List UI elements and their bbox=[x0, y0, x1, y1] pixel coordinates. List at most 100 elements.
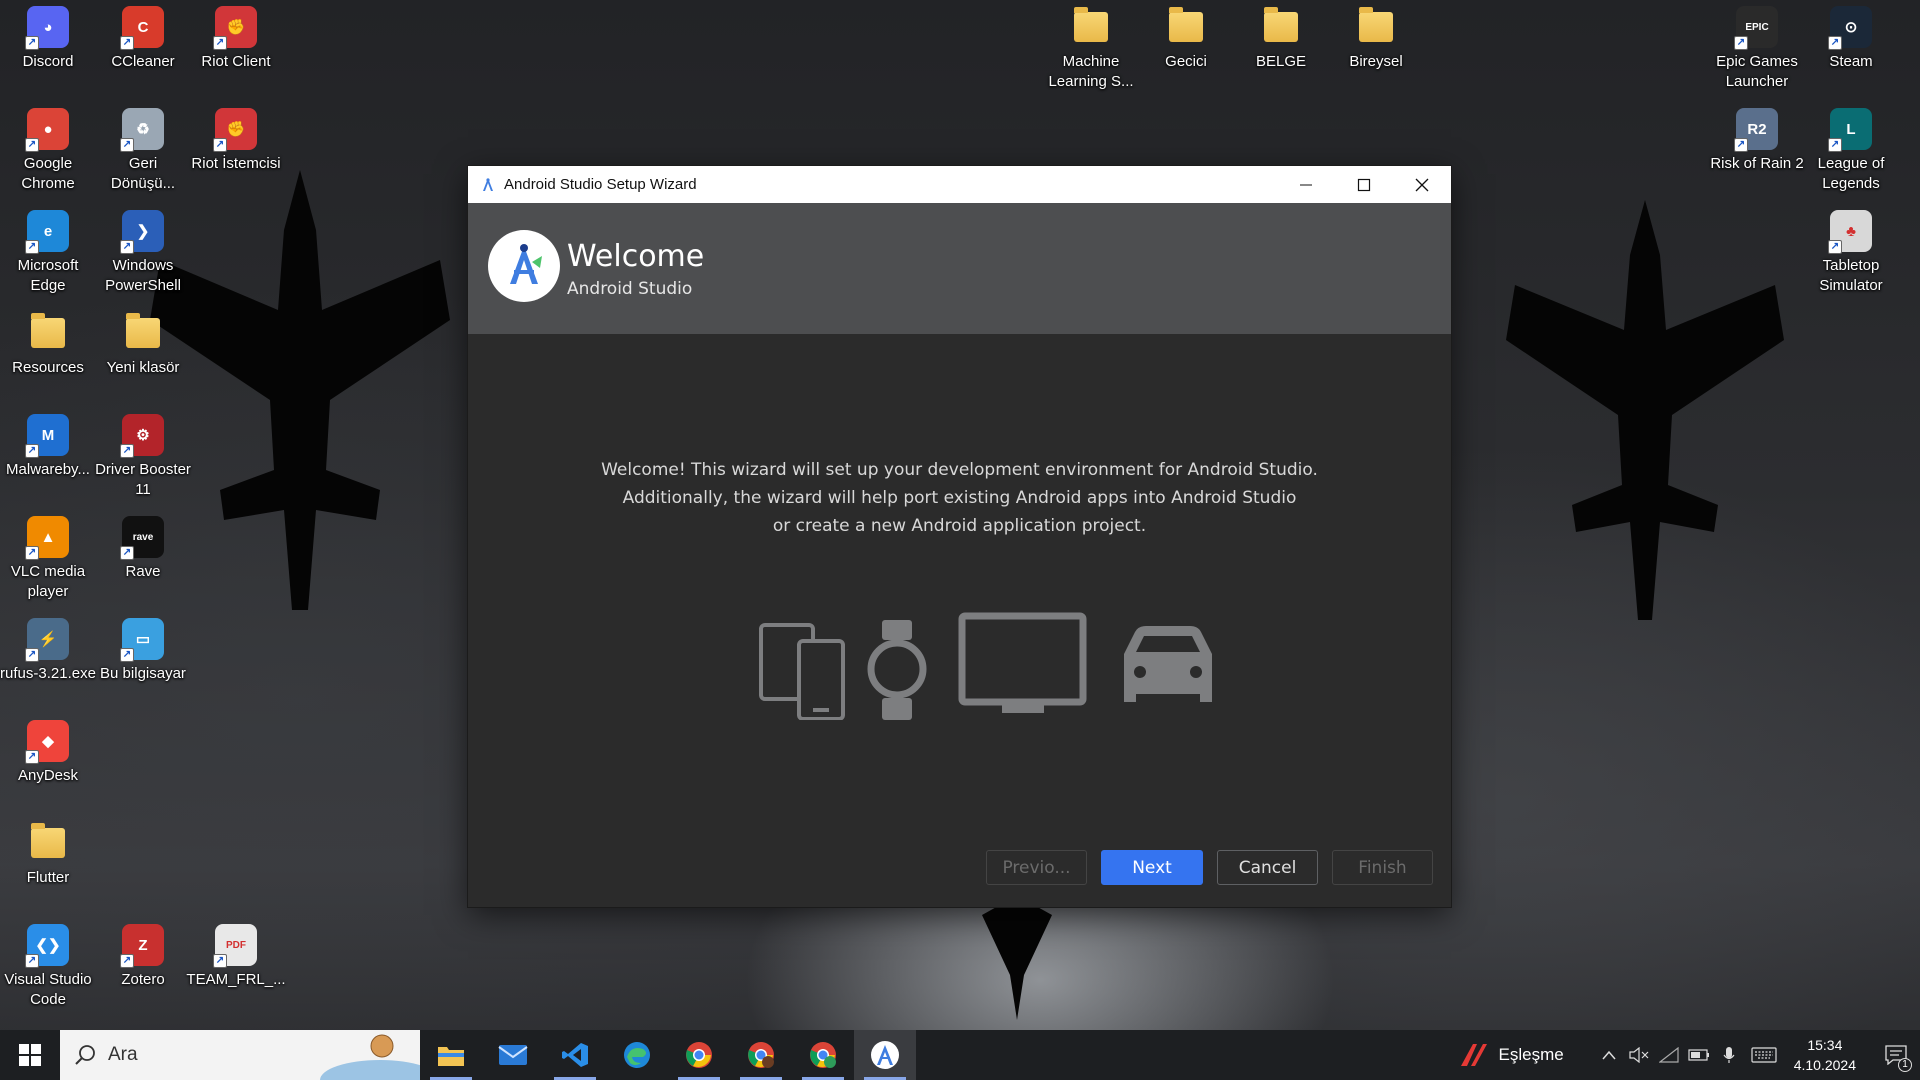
taskbar-chrome-profile-2[interactable] bbox=[792, 1030, 854, 1080]
keyboard-icon bbox=[1751, 1047, 1777, 1063]
powershell-icon: ❯ ↗ bbox=[120, 210, 164, 254]
desktop-icon[interactable]: ❮❯ ↗ Visual Studio Code bbox=[0, 924, 96, 1010]
desktop-icon[interactable]: ♻ ↗ Geri Dönüşü... bbox=[95, 108, 191, 194]
folder-icon bbox=[122, 312, 164, 354]
desktop-icon-label: BELGE bbox=[1255, 53, 1307, 70]
desktop-icon-label: Discord bbox=[22, 53, 74, 70]
desktop-icon-label: Gecici bbox=[1165, 53, 1207, 70]
desktop-icon[interactable]: ⊙ ↗ Steam bbox=[1803, 6, 1899, 72]
android-studio-setup-wizard-window[interactable]: Android Studio Setup Wizard Welcome Andr… bbox=[468, 166, 1451, 907]
watch-icon bbox=[867, 620, 927, 720]
show-hidden-icons-button[interactable] bbox=[1594, 1030, 1624, 1080]
desktop-icon-label: Resources bbox=[12, 359, 84, 376]
clock[interactable]: 15:34 4.10.2024 bbox=[1794, 1035, 1856, 1075]
window-title: Android Studio Setup Wizard bbox=[504, 176, 697, 193]
driver-booster-icon: ⚙ ↗ bbox=[120, 414, 164, 458]
folder-icon bbox=[1260, 6, 1302, 48]
minimize-icon bbox=[1300, 184, 1312, 185]
desktop-icon[interactable]: ✊ ↗ Riot Client bbox=[188, 6, 284, 72]
desktop-icon[interactable]: ❯ ↗ Windows PowerShell bbox=[95, 210, 191, 296]
tabletop-simulator-icon: ♣ ↗ bbox=[1828, 210, 1872, 254]
desktop-icon-label: Yeni klasör bbox=[106, 359, 180, 376]
microphone-button[interactable] bbox=[1714, 1030, 1744, 1080]
desktop-icon-label: Malwareby... bbox=[6, 461, 90, 478]
desktop-icon-label: Machine Learning S... bbox=[1048, 53, 1134, 90]
desktop-icon[interactable]: Flutter bbox=[0, 822, 96, 888]
desktop-icon[interactable]: ⚡ ↗ rufus-3.21.exe bbox=[0, 618, 96, 684]
desktop-icon-label: TEAM_FRL_... bbox=[186, 971, 286, 988]
desktop-icon[interactable]: Gecici bbox=[1138, 6, 1234, 72]
desktop-icon-label: Zotero bbox=[121, 971, 165, 988]
desktop-icon-label: Google Chrome bbox=[21, 155, 75, 192]
desktop-icon[interactable]: ◆ ↗ AnyDesk bbox=[0, 720, 96, 786]
risk-of-rain-icon: R2 ↗ bbox=[1734, 108, 1778, 152]
desktop-icon[interactable]: Machine Learning S... bbox=[1043, 6, 1139, 92]
desktop-icon-label: Rave bbox=[125, 563, 161, 580]
finish-button[interactable]: Finish bbox=[1332, 850, 1433, 885]
news-logo-icon bbox=[1460, 1044, 1487, 1066]
news-widget-label[interactable]: Eşleşme bbox=[1499, 1045, 1564, 1065]
car-icon bbox=[1124, 626, 1212, 702]
notification-center-button[interactable]: 1 bbox=[1872, 1030, 1920, 1080]
volume-button[interactable] bbox=[1624, 1030, 1654, 1080]
rave-icon: rave ↗ bbox=[120, 516, 164, 560]
battery-icon bbox=[1688, 1049, 1709, 1061]
desktop-icon[interactable]: C ↗ CCleaner bbox=[95, 6, 191, 72]
wizard-button-row: Previo... Next Cancel Finish bbox=[986, 850, 1433, 885]
taskbar-android-studio[interactable] bbox=[854, 1030, 916, 1080]
desktop-icon[interactable]: EPIC ↗ Epic Games Launcher bbox=[1709, 6, 1805, 92]
desktop-icon[interactable]: ● ↗ Google Chrome bbox=[0, 108, 96, 194]
desktop-icon[interactable]: Resources bbox=[0, 312, 96, 378]
desktop-icon[interactable]: ◕ ↗ Discord bbox=[0, 6, 96, 72]
desktop-icon[interactable]: M ↗ Malwareby... bbox=[0, 414, 96, 480]
close-button[interactable] bbox=[1393, 166, 1451, 203]
start-button[interactable] bbox=[0, 1030, 60, 1080]
desktop-icon[interactable]: ▭ ↗ Bu bilgisayar bbox=[95, 618, 191, 684]
desktop-icon[interactable]: R2 ↗ Risk of Rain 2 bbox=[1709, 108, 1805, 174]
cancel-button[interactable]: Cancel bbox=[1217, 850, 1318, 885]
desktop-icon-label: Epic Games Launcher bbox=[1716, 53, 1798, 90]
maximize-button[interactable] bbox=[1335, 166, 1393, 203]
taskbar-mail[interactable] bbox=[482, 1030, 544, 1080]
desktop-icon[interactable]: PDF ↗ TEAM_FRL_... bbox=[186, 924, 286, 990]
news-widget-button[interactable] bbox=[1453, 1030, 1493, 1080]
desktop-icon-label: CCleaner bbox=[111, 53, 175, 70]
desktop-icon[interactable]: BELGE bbox=[1233, 6, 1329, 72]
desktop-icon-label: VLC media player bbox=[10, 563, 86, 600]
desktop-icon[interactable]: rave ↗ Rave bbox=[95, 516, 191, 582]
network-button[interactable] bbox=[1654, 1030, 1684, 1080]
wallpaper-jet-right bbox=[1506, 200, 1784, 620]
battery-button[interactable] bbox=[1684, 1030, 1714, 1080]
desktop-icon[interactable]: Yeni klasör bbox=[95, 312, 191, 378]
welcome-line: Additionally, the wizard will help port … bbox=[622, 488, 1297, 508]
this-pc-icon: ▭ ↗ bbox=[120, 618, 164, 662]
desktop-icon-label: AnyDesk bbox=[17, 767, 79, 784]
minimize-button[interactable] bbox=[1277, 166, 1335, 203]
desktop-icon[interactable]: ⚙ ↗ Driver Booster 11 bbox=[95, 414, 191, 500]
desktop-icon[interactable]: L ↗ League of Legends bbox=[1803, 108, 1899, 194]
next-button[interactable]: Next bbox=[1101, 850, 1203, 885]
window-titlebar[interactable]: Android Studio Setup Wizard bbox=[468, 166, 1451, 203]
desktop-icon[interactable]: Bireysel bbox=[1328, 6, 1424, 72]
android-studio-icon bbox=[483, 177, 493, 191]
desktop-icon-label: Bireysel bbox=[1349, 53, 1403, 70]
tv-icon bbox=[958, 612, 1087, 713]
desktop-icon[interactable]: ▲ ↗ VLC media player bbox=[0, 516, 96, 602]
vscode-icon bbox=[562, 1043, 588, 1067]
android-studio-logo bbox=[488, 230, 560, 302]
android-studio-logo-icon bbox=[497, 239, 551, 293]
desktop-icon[interactable]: ♣ ↗ Tabletop Simulator bbox=[1803, 210, 1899, 296]
previous-button[interactable]: Previo... bbox=[986, 850, 1087, 885]
taskbar-chrome-profile[interactable] bbox=[730, 1030, 792, 1080]
taskbar-search-box[interactable]: Ara bbox=[60, 1030, 420, 1080]
taskbar-file-explorer[interactable] bbox=[420, 1030, 482, 1080]
folder-icon bbox=[1355, 6, 1397, 48]
desktop-icon[interactable]: ✊ ↗ Riot İstemcisi bbox=[188, 108, 284, 174]
desktop-icon[interactable]: e ↗ Microsoft Edge bbox=[0, 210, 96, 296]
taskbar-chrome[interactable] bbox=[668, 1030, 730, 1080]
desktop-icon[interactable]: Z ↗ Zotero bbox=[95, 924, 191, 990]
taskbar-vscode[interactable] bbox=[544, 1030, 606, 1080]
discord-icon: ◕ ↗ bbox=[25, 6, 69, 50]
input-language-button[interactable] bbox=[1744, 1030, 1784, 1080]
taskbar-edge[interactable] bbox=[606, 1030, 668, 1080]
